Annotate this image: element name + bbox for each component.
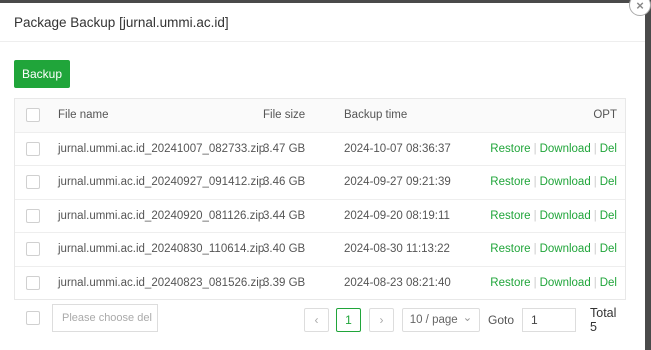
row-checkbox[interactable] <box>26 141 40 156</box>
column-file-name: File name <box>58 109 109 122</box>
footer-select-all-checkbox[interactable] <box>26 311 40 325</box>
row-actions: Restore | Download | Del <box>490 267 617 300</box>
separator: | <box>593 176 597 189</box>
total-count: Total 5 <box>590 306 617 334</box>
row-actions: Restore | Download | Del <box>490 166 617 199</box>
delete-link[interactable]: Del <box>600 277 617 289</box>
page-number-button[interactable]: 1 <box>336 308 361 332</box>
file-name: jurnal.ummi.ac.id_20241007_082733.zip <box>58 142 266 155</box>
restore-link[interactable]: Restore <box>490 210 530 222</box>
row-checkbox[interactable] <box>26 242 40 257</box>
file-name: jurnal.ummi.ac.id_20240927_091412.zip <box>58 176 266 189</box>
table-row: jurnal.ummi.ac.id_20240830_110614.zip 3.… <box>15 233 625 267</box>
backup-time: 2024-09-20 08:19:11 <box>344 209 450 222</box>
download-link[interactable]: Download <box>540 243 591 255</box>
dialog-title: Package Backup [jurnal.ummi.ac.id] <box>0 3 645 42</box>
download-link[interactable]: Download <box>540 143 591 155</box>
table-row: jurnal.ummi.ac.id_20240927_091412.zip 3.… <box>15 166 625 200</box>
delete-link[interactable]: Del <box>600 210 617 222</box>
restore-link[interactable]: Restore <box>490 277 530 289</box>
row-actions: Restore | Download | Del <box>490 200 617 233</box>
download-link[interactable]: Download <box>540 210 591 222</box>
separator: | <box>593 243 597 256</box>
row-checkbox[interactable] <box>26 208 40 223</box>
column-file-size: File size <box>263 109 306 122</box>
backup-button[interactable]: Backup <box>14 60 70 88</box>
separator: | <box>593 142 597 155</box>
file-size: 3.47 GB <box>263 142 306 155</box>
backup-time: 2024-08-30 11:13:22 <box>344 243 450 256</box>
select-all-checkbox[interactable] <box>26 108 40 123</box>
delete-link[interactable]: Del <box>600 243 617 255</box>
restore-link[interactable]: Restore <box>490 143 530 155</box>
table-row: jurnal.ummi.ac.id_20241007_082733.zip 3.… <box>15 133 625 166</box>
table-row: jurnal.ummi.ac.id_20240823_081526.zip 3.… <box>15 267 625 300</box>
chevron-right-icon: › <box>379 313 384 327</box>
prev-page-button[interactable]: ‹ <box>304 308 329 332</box>
row-actions: Restore | Download | Del <box>490 133 617 166</box>
restore-link[interactable]: Restore <box>490 176 530 188</box>
separator: | <box>593 276 597 289</box>
backup-time: 2024-09-27 09:21:39 <box>344 176 451 189</box>
chevron-left-icon: ‹ <box>314 313 319 327</box>
separator: | <box>593 209 597 222</box>
file-size: 3.44 GB <box>263 209 306 222</box>
next-page-button[interactable]: › <box>369 308 394 332</box>
batch-operation-select[interactable]: Please choose del <box>52 304 158 332</box>
row-checkbox[interactable] <box>26 275 40 290</box>
restore-link[interactable]: Restore <box>490 243 530 255</box>
delete-link[interactable]: Del <box>600 176 617 188</box>
column-opt: OPT <box>593 109 617 122</box>
file-size: 3.39 GB <box>263 276 306 289</box>
table-row: jurnal.ummi.ac.id_20240920_081126.zip 3.… <box>15 200 625 233</box>
separator: | <box>533 243 537 256</box>
close-icon: × <box>636 0 644 13</box>
delete-link[interactable]: Del <box>600 143 617 155</box>
overlay-backdrop <box>645 0 651 350</box>
separator: | <box>533 176 537 189</box>
backup-table: File name File size Backup time OPT jurn… <box>14 98 626 300</box>
row-checkbox[interactable] <box>26 175 40 190</box>
file-name: jurnal.ummi.ac.id_20240823_081526.zip <box>58 276 266 289</box>
page-size-value: 10 / page <box>409 314 458 326</box>
download-link[interactable]: Download <box>540 176 591 188</box>
backup-time: 2024-08-23 08:21:40 <box>344 276 451 289</box>
goto-input[interactable]: 1 <box>522 308 576 332</box>
backup-time: 2024-10-07 08:36:37 <box>344 142 451 155</box>
file-size: 3.46 GB <box>263 176 306 189</box>
column-backup-time: Backup time <box>344 109 408 122</box>
table-header: File name File size Backup time OPT <box>15 99 625 133</box>
file-size: 3.40 GB <box>263 243 306 256</box>
separator: | <box>533 276 537 289</box>
separator: | <box>533 209 537 222</box>
chevron-down-icon: ⌄ <box>462 312 473 324</box>
package-backup-dialog: Package Backup [jurnal.ummi.ac.id] Backu… <box>0 3 645 350</box>
download-link[interactable]: Download <box>540 277 591 289</box>
file-name: jurnal.ummi.ac.id_20240920_081126.zip <box>58 209 265 222</box>
page-size-select[interactable]: 10 / page ⌄ <box>402 308 480 332</box>
row-actions: Restore | Download | Del <box>490 233 617 266</box>
table-footer: Please choose del ‹ 1 › 10 / page ⌄ Goto… <box>14 304 626 334</box>
separator: | <box>533 142 537 155</box>
file-name: jurnal.ummi.ac.id_20240830_110614.zip <box>58 243 265 256</box>
goto-label: Goto <box>488 313 515 327</box>
